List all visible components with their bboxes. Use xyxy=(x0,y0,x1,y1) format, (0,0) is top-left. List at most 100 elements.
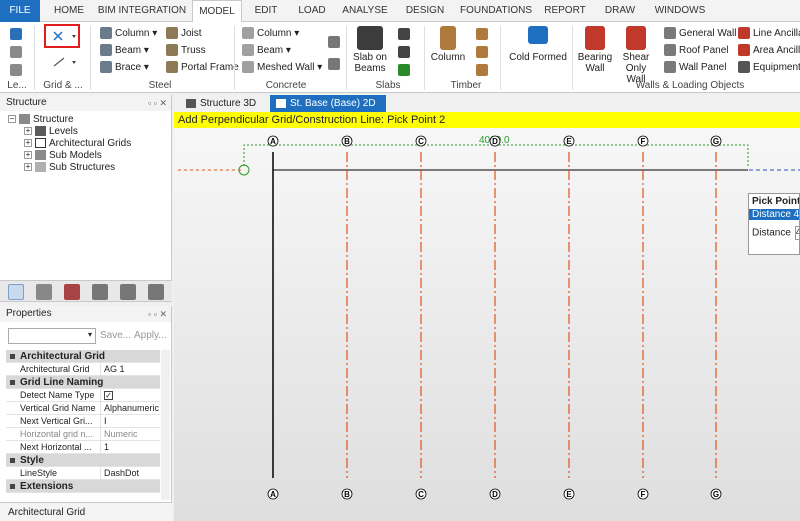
tab-draw[interactable]: DRAW xyxy=(600,0,640,22)
timber-brace-icon[interactable] xyxy=(476,46,488,58)
prop-row[interactable]: Next Horizontal ... 1 xyxy=(6,441,160,454)
concrete-column-button[interactable]: Column ▾ xyxy=(242,26,299,41)
steel-brace-button[interactable]: Brace ▾ xyxy=(100,60,149,75)
tab-file[interactable]: FILE xyxy=(0,0,40,22)
loads-tab-icon[interactable] xyxy=(64,284,80,300)
tab-structure-3d-label: Structure 3D xyxy=(200,98,257,109)
globe-tab-icon[interactable] xyxy=(36,284,52,300)
tab-windows[interactable]: WINDOWS xyxy=(652,0,708,22)
slab-on-beams-button[interactable]: Slab on Beams xyxy=(350,26,390,74)
distance-input[interactable]: 40 xyxy=(794,226,799,240)
lock-tab-icon[interactable] xyxy=(120,284,136,300)
tab-edit[interactable]: EDIT xyxy=(248,0,284,22)
concrete-extra-icon[interactable] xyxy=(328,36,340,48)
truss-label: Truss xyxy=(181,45,206,56)
apply-button[interactable]: Apply... xyxy=(134,330,167,341)
property-set-combo[interactable]: ▾ xyxy=(8,328,96,344)
line-ancillary-button[interactable]: Line Ancillary xyxy=(738,26,800,41)
expand-icon[interactable]: + xyxy=(24,139,32,148)
prop-value[interactable]: I xyxy=(100,415,160,428)
grid-label-g: G xyxy=(713,490,719,499)
drawing-canvas[interactable]: 4000.0 AABBCCDDEEFFGG xyxy=(174,128,800,521)
levels-tab-icon[interactable] xyxy=(92,284,108,300)
prop-category[interactable]: Extensions xyxy=(6,480,160,493)
concrete-beam-button[interactable]: Beam ▾ xyxy=(242,43,291,58)
sections-tab-icon[interactable] xyxy=(148,284,164,300)
tab-foundations[interactable]: FOUNDATIONS xyxy=(460,0,532,22)
tab-base-2d[interactable]: St. Base (Base) 2D xyxy=(270,95,386,112)
tree-item-architectural-grids[interactable]: + Architectural Grids xyxy=(24,138,131,150)
structure-tab-icon[interactable] xyxy=(8,284,24,300)
properties-scrollbar[interactable] xyxy=(161,350,170,500)
tab-structure-3d[interactable]: Structure 3D xyxy=(180,95,270,112)
prop-value[interactable]: AG 1 xyxy=(100,363,160,376)
collapse-icon[interactable]: − xyxy=(8,115,16,124)
bearing-wall-label-1: Bearing xyxy=(577,52,613,63)
slab-tool2-icon[interactable] xyxy=(398,46,410,58)
truss-button[interactable]: Truss xyxy=(166,43,206,58)
prop-row[interactable]: Architectural Grid AG 1 xyxy=(6,363,160,376)
ribbon-separator xyxy=(346,26,347,90)
timber-beam-icon[interactable] xyxy=(476,28,488,40)
bearing-wall-button[interactable]: Bearing Wall xyxy=(576,26,614,74)
wall-panel-button[interactable]: Wall Panel xyxy=(664,60,726,75)
shear-only-wall-button[interactable]: Shear Only Wall xyxy=(616,26,656,85)
meshed-wall-button[interactable]: Meshed Wall ▾ xyxy=(242,60,322,75)
expand-icon[interactable]: + xyxy=(24,151,32,160)
prop-row[interactable]: Vertical Grid Name Alphanumeric xyxy=(6,402,160,415)
tree-item-structure[interactable]: − Structure xyxy=(8,114,74,126)
concrete-extra2-icon[interactable] xyxy=(328,58,340,70)
tree-item-sub-models[interactable]: + Sub Models xyxy=(24,150,102,162)
structure-panel-buttons[interactable]: ▫ ▫ ✕ xyxy=(148,95,167,111)
tab-design[interactable]: DESIGN xyxy=(402,0,448,22)
slab-tool3-icon[interactable] xyxy=(398,64,410,76)
joist-button[interactable]: Joist xyxy=(166,26,202,41)
sub-structures-icon xyxy=(35,162,46,173)
prop-category[interactable]: Style xyxy=(6,454,160,467)
prop-category[interactable]: Architectural Grid xyxy=(6,350,160,363)
cold-formed-button[interactable]: Cold Formed xyxy=(508,26,568,63)
tree-item-levels[interactable]: + Levels xyxy=(24,126,78,138)
add-grid-button[interactable] xyxy=(44,24,80,48)
level-icon[interactable] xyxy=(10,28,22,40)
steel-column-button[interactable]: Column ▾ xyxy=(100,26,157,41)
tree-item-sub-structures[interactable]: + Sub Structures xyxy=(24,162,115,174)
cold-formed-label: Cold Formed xyxy=(509,52,567,63)
timber-column-button[interactable]: Column xyxy=(430,26,466,63)
prop-row[interactable]: Next Vertical Gri... I xyxy=(6,415,160,428)
properties-panel-buttons[interactable]: ▫ ▫ ✕ xyxy=(148,306,167,322)
detect-name-checkbox[interactable]: ✓ xyxy=(104,391,113,400)
slab-tool-icon[interactable] xyxy=(398,28,410,40)
level-tool-icon[interactable] xyxy=(10,46,22,58)
line-tool-icon[interactable] xyxy=(50,56,80,68)
tab-load[interactable]: LOAD xyxy=(294,0,330,22)
prop-value[interactable]: Numeric xyxy=(100,428,160,441)
tab-report[interactable]: REPORT xyxy=(542,0,588,22)
tab-analyse[interactable]: ANALYSE xyxy=(340,0,390,22)
steel-beam-button[interactable]: Beam ▾ xyxy=(100,43,149,58)
truss-icon xyxy=(166,44,178,57)
portal-frame-button[interactable]: Portal Frame xyxy=(166,60,239,75)
cold-formed-icon xyxy=(528,26,548,44)
prop-value[interactable]: DashDot xyxy=(100,467,160,480)
prop-category[interactable]: Grid Line Naming xyxy=(6,376,160,389)
distance-selected-item[interactable]: Distance 40.0 xyxy=(749,209,799,220)
save-button[interactable]: Save... xyxy=(100,330,131,341)
equipment-button[interactable]: Equipment xyxy=(738,60,800,75)
tab-home[interactable]: HOME xyxy=(48,0,90,22)
expand-icon[interactable]: + xyxy=(24,127,32,136)
prop-value[interactable]: Alphanumeric xyxy=(100,402,160,415)
general-wall-button[interactable]: General Wall xyxy=(664,26,736,41)
level-edit-icon[interactable] xyxy=(10,64,22,76)
pick-point-dialog[interactable]: Pick Point 2 Distance 40.0 Distance40 xyxy=(748,193,800,255)
timber-truss-icon[interactable] xyxy=(476,64,488,76)
tab-model[interactable]: MODEL xyxy=(192,0,242,23)
prop-row[interactable]: LineStyle DashDot xyxy=(6,467,160,480)
prop-row[interactable]: Detect Name Type ✓ xyxy=(6,389,160,402)
area-ancillary-button[interactable]: Area Ancillary xyxy=(738,43,800,58)
roof-panel-button[interactable]: Roof Panel xyxy=(664,43,728,58)
prop-row[interactable]: Horizontal grid n... Numeric xyxy=(6,428,160,441)
expand-icon[interactable]: + xyxy=(24,163,32,172)
prop-value[interactable]: 1 xyxy=(100,441,160,454)
tab-bim-integration[interactable]: BIM INTEGRATION xyxy=(96,0,188,22)
